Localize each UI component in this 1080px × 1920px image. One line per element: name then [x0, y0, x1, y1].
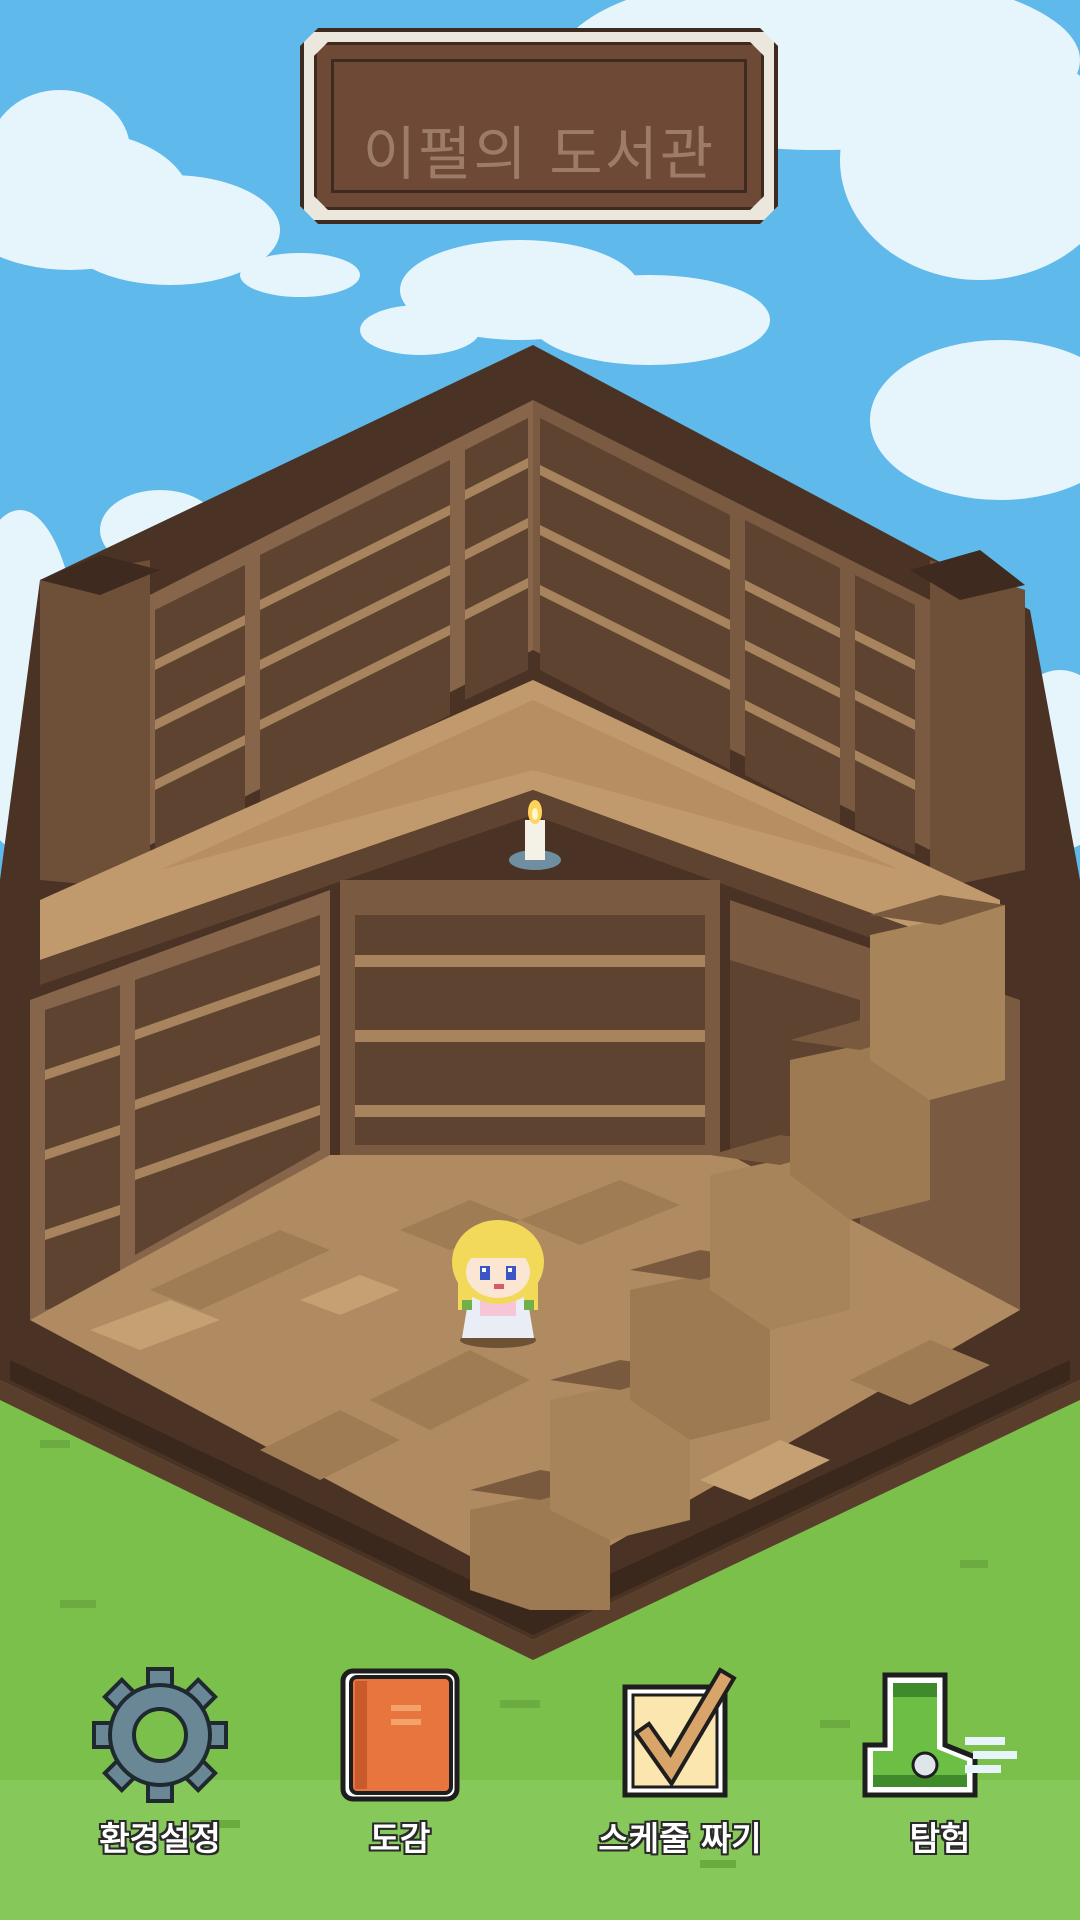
explore-label: 탐험 — [909, 1819, 971, 1858]
encyclopedia-button[interactable]: 도감 — [290, 1665, 510, 1865]
explore-button[interactable]: 탐험 — [830, 1665, 1050, 1865]
title-plaque-inner: 이펄의 도서관 — [314, 42, 764, 210]
title-plaque: 이펄의 도서관 — [300, 28, 778, 224]
settings-label: 환경설정 — [99, 1819, 221, 1858]
book-icon — [340, 1668, 460, 1802]
settings-button[interactable]: 환경설정 — [50, 1665, 270, 1865]
schedule-label: 스케줄 짜기 — [598, 1819, 762, 1858]
gear-icon — [92, 1667, 228, 1803]
checklist-icon — [622, 1667, 737, 1798]
game-title: 이펄의 도서관 — [362, 120, 716, 188]
player-character[interactable] — [452, 1220, 544, 1348]
boot-icon — [862, 1672, 1017, 1798]
schedule-button[interactable]: 스케줄 짜기 — [570, 1665, 790, 1865]
encyclopedia-label: 도감 — [369, 1819, 431, 1858]
game-scene — [0, 0, 1080, 1920]
